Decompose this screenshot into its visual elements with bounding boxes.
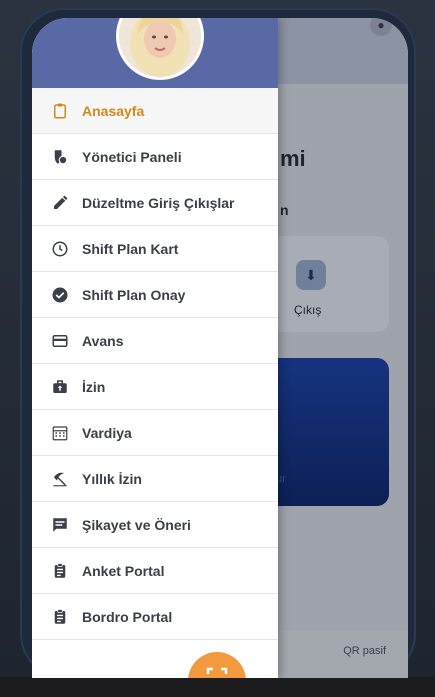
menu-item-anket-portal[interactable]: Anket Portal (32, 548, 278, 594)
menu-item-izin[interactable]: İzin (32, 364, 278, 410)
qr-status: QR pasif (343, 645, 386, 657)
menu-item-shift-plan-onay[interactable]: Shift Plan Onay (32, 272, 278, 318)
clipboard-list-icon (50, 561, 70, 581)
menu-label: Avans (82, 332, 124, 349)
background-subtitle: n (280, 202, 289, 218)
menu-item-vardiya[interactable]: Vardiya (32, 410, 278, 456)
menu-item-yillik-izin[interactable]: Yıllık İzin (32, 456, 278, 502)
beach-umbrella-icon (50, 469, 70, 489)
menu-item-anasayfa[interactable]: Anasayfa (32, 88, 278, 134)
bottom-strip (0, 677, 435, 697)
menu-label: Vardiya (82, 424, 132, 441)
exit-label: Çıkış (294, 303, 322, 317)
avatar-photo (119, 18, 201, 77)
phone-screen: ● mi n ⬇ Çıkış ur QR pasif Anasayfa Yöne… (32, 18, 408, 678)
menu-item-sikayet[interactable]: Şikayet ve Öneri (32, 502, 278, 548)
menu-item-duzeltme[interactable]: Düzeltme Giriş Çıkışlar (32, 180, 278, 226)
scan-icon (206, 667, 228, 674)
menu-label: Bordro Portal (82, 608, 173, 625)
message-icon (50, 515, 70, 535)
menu-item-yonetici-paneli[interactable]: Yönetici Paneli (32, 134, 278, 180)
menu-label: Şikayet ve Öneri (82, 516, 191, 533)
briefcase-icon (50, 377, 70, 397)
menu-item-bordro-portal[interactable]: Bordro Portal (32, 594, 278, 640)
menu-label: Düzeltme Giriş Çıkışlar (82, 194, 235, 211)
check-circle-icon (50, 285, 70, 305)
background-title: mi (280, 146, 306, 171)
menu-label: Anasayfa (82, 102, 145, 119)
menu-item-avans[interactable]: Avans (32, 318, 278, 364)
menu-label: Shift Plan Kart (82, 240, 179, 257)
manager-icon (50, 147, 70, 167)
menu-label: Shift Plan Onay (82, 286, 186, 303)
credit-card-icon (50, 331, 70, 351)
clock-icon (50, 239, 70, 259)
menu-item-shift-plan-kart[interactable]: Shift Plan Kart (32, 226, 278, 272)
navigation-drawer: Anasayfa Yönetici Paneli Düzeltme Giriş … (32, 18, 278, 678)
clipboard-list-icon (50, 607, 70, 627)
menu-label: Yönetici Paneli (82, 148, 182, 165)
menu-label: İzin (82, 378, 106, 395)
scan-button[interactable] (188, 652, 246, 678)
clipboard-icon (50, 101, 70, 121)
exit-download-icon: ⬇ (296, 260, 326, 290)
drawer-menu: Anasayfa Yönetici Paneli Düzeltme Giriş … (32, 88, 278, 640)
pencil-icon (50, 193, 70, 213)
menu-label: Anket Portal (82, 562, 165, 579)
calendar-icon (50, 423, 70, 443)
menu-label: Yıllık İzin (82, 470, 142, 487)
